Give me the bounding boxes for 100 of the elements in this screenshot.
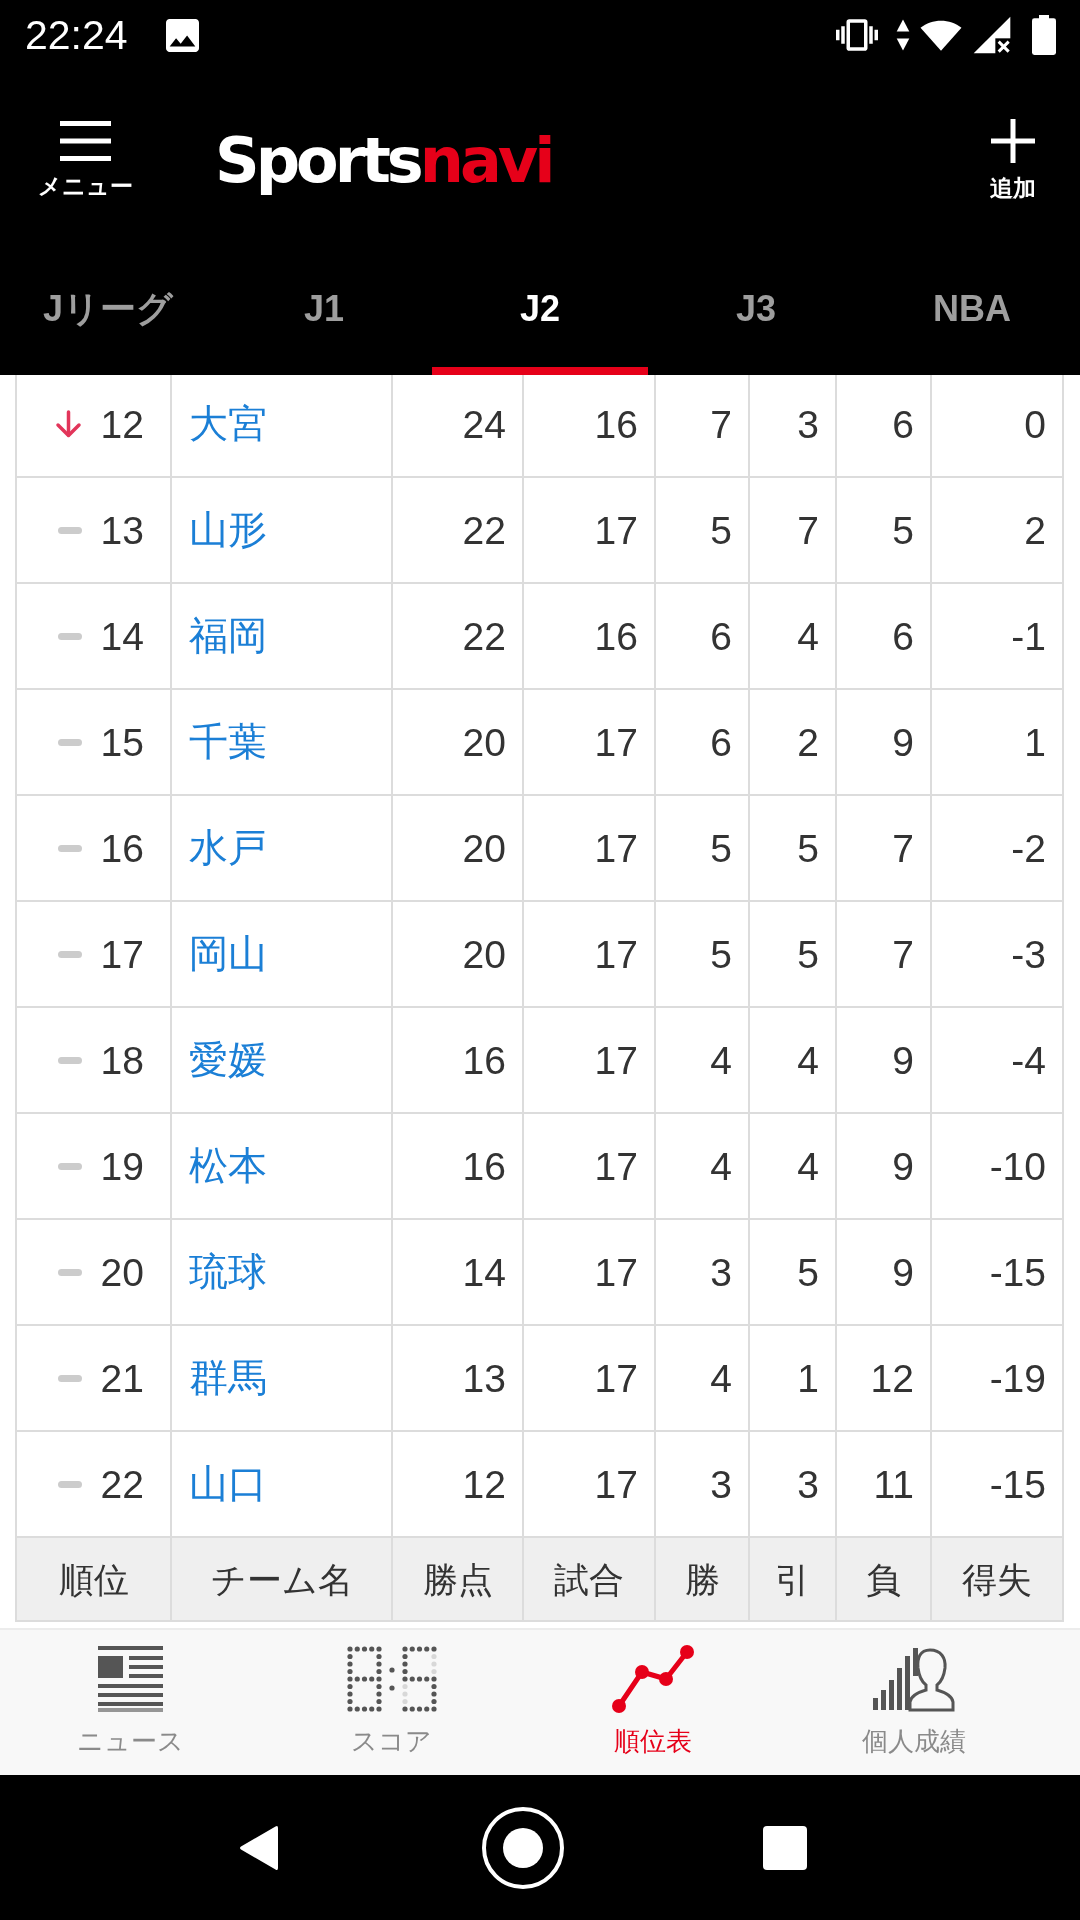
table-cell: 9: [837, 1114, 932, 1220]
table-cell: 17: [524, 796, 656, 902]
rank-number: 19: [100, 1146, 144, 1186]
table-cell: 4: [750, 584, 837, 690]
battery-icon: [1032, 15, 1056, 55]
recents-icon: [763, 1825, 807, 1870]
image-icon: [165, 18, 199, 52]
table-cell: 22: [393, 478, 524, 584]
table-cell: -10: [932, 1114, 1064, 1220]
table-cell: 9: [837, 690, 932, 796]
table-cell: 5: [750, 1220, 837, 1326]
team-link[interactable]: 岡山: [189, 932, 267, 976]
table-cell: 2: [932, 478, 1064, 584]
team-link[interactable]: 水戸: [189, 826, 267, 870]
table-cell: 14: [393, 1220, 524, 1326]
column-header: チーム名: [172, 1538, 393, 1622]
dot-matrix-score-icon: [346, 1646, 437, 1712]
team-link[interactable]: 山口: [189, 1462, 267, 1506]
rank-number: 20: [100, 1252, 144, 1292]
league-tab[interactable]: NBA: [864, 251, 1080, 375]
newspaper-icon: [98, 1646, 163, 1712]
table-cell: 1: [750, 1326, 837, 1432]
rank-number: 16: [100, 828, 144, 868]
league-tab[interactable]: Jリーグ: [0, 251, 216, 375]
bottom-nav-item[interactable]: 順位表: [522, 1630, 783, 1775]
table-cell: 4: [750, 1114, 837, 1220]
table-cell: -3: [932, 902, 1064, 1008]
table-cell: 3: [656, 1220, 750, 1326]
rank-number: 22: [100, 1464, 144, 1504]
bottom-nav-item[interactable]: 個人成績: [783, 1630, 1044, 1775]
table-cell: 17: [524, 1326, 656, 1432]
rank-number: 13: [100, 510, 144, 550]
table-cell: 5: [656, 796, 750, 902]
league-tab[interactable]: J1: [216, 251, 432, 375]
table-cell: 1: [932, 690, 1064, 796]
wifi-icon: [920, 19, 962, 51]
signal-icon: [972, 15, 1012, 55]
table-cell: 3: [750, 375, 837, 478]
menu-button[interactable]: メニュー: [35, 120, 135, 201]
table-cell: 5: [750, 902, 837, 1008]
rank-number: 15: [100, 722, 144, 762]
column-header: 引: [750, 1538, 837, 1622]
home-button[interactable]: [482, 1806, 564, 1889]
bottom-nav-item[interactable]: ニュース: [0, 1630, 261, 1775]
back-button[interactable]: [238, 1823, 280, 1872]
team-link[interactable]: 福岡: [189, 614, 267, 658]
table-cell: 13: [393, 1326, 524, 1432]
table-cell: 16: [524, 375, 656, 478]
table-cell: 17: [524, 1008, 656, 1114]
column-header: 負: [837, 1538, 932, 1622]
table-cell: 0: [932, 375, 1064, 478]
table-cell: -1: [932, 584, 1064, 690]
table-cell: 4: [656, 1008, 750, 1114]
plus-icon: [991, 118, 1035, 163]
table-cell: -19: [932, 1326, 1064, 1432]
column-header: 順位: [17, 1538, 172, 1622]
team-link[interactable]: 愛媛: [189, 1038, 267, 1082]
table-cell: -4: [932, 1008, 1064, 1114]
table-cell: 20: [393, 796, 524, 902]
table-cell: -2: [932, 796, 1064, 902]
bottom-nav-item[interactable]: スコア: [261, 1630, 522, 1775]
table-cell: 6: [656, 690, 750, 796]
table-cell: 9: [837, 1008, 932, 1114]
table-cell: 7: [656, 375, 750, 478]
table-cell: 17: [524, 690, 656, 796]
team-link[interactable]: 松本: [189, 1144, 267, 1188]
line-chart-icon: [610, 1644, 695, 1714]
recents-button[interactable]: [763, 1825, 807, 1870]
team-link[interactable]: 琉球: [189, 1250, 267, 1294]
table-cell: 17: [524, 478, 656, 584]
team-link[interactable]: 千葉: [189, 720, 267, 764]
table-cell: 16: [393, 1008, 524, 1114]
table-cell: 16: [524, 584, 656, 690]
rank-number: 12: [100, 404, 144, 444]
rank-number: 21: [100, 1358, 144, 1398]
menu-icon: [59, 120, 111, 161]
table-cell: 6: [656, 584, 750, 690]
team-link[interactable]: 山形: [189, 508, 267, 552]
home-icon: [482, 1806, 564, 1889]
table-cell: 6: [837, 375, 932, 478]
table-cell: 4: [750, 1008, 837, 1114]
table-cell: 7: [837, 902, 932, 1008]
rank-number: 17: [100, 934, 144, 974]
team-link[interactable]: 群馬: [189, 1356, 267, 1400]
table-cell: 5: [837, 478, 932, 584]
status-time: 22:24: [25, 14, 128, 56]
table-cell: 2: [750, 690, 837, 796]
table-cell: 20: [393, 902, 524, 1008]
rank-number: 14: [100, 616, 144, 656]
league-tab[interactable]: J3: [648, 251, 864, 375]
vibrate-icon: [836, 19, 878, 51]
table-cell: 6: [837, 584, 932, 690]
add-button[interactable]: 追加: [973, 118, 1053, 203]
column-header: 勝: [656, 1538, 750, 1622]
table-cell: -15: [932, 1220, 1064, 1326]
column-header: 勝点: [393, 1538, 524, 1622]
table-cell: 12: [837, 1326, 932, 1432]
data-arrows-icon: [896, 18, 910, 52]
team-link[interactable]: 大宮: [189, 402, 267, 446]
table-cell: 20: [393, 690, 524, 796]
